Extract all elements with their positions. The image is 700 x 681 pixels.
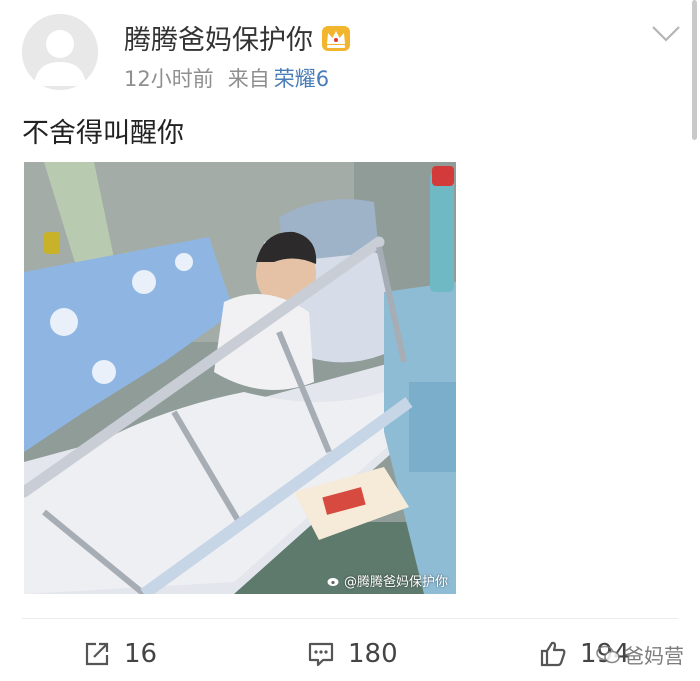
comment-icon bbox=[308, 642, 334, 667]
thumbs-up-icon bbox=[540, 641, 566, 667]
image-watermark: @腾腾爸妈保护你 bbox=[327, 571, 448, 590]
source-prefix: 来自 bbox=[227, 67, 270, 91]
brand-watermark-text: 爸妈营 bbox=[624, 644, 684, 668]
post-text: 不舍得叫醒你 bbox=[22, 118, 184, 149]
brand-watermark: 爸妈营 bbox=[596, 640, 684, 669]
post-time: 12小时前 bbox=[124, 67, 214, 91]
weibo-icon bbox=[327, 577, 339, 586]
device-link[interactable]: 荣耀6 bbox=[274, 67, 329, 91]
comment-count: 180 bbox=[348, 639, 398, 669]
post-photo bbox=[24, 162, 456, 594]
author-row: 腾腾爸妈保护你 bbox=[124, 18, 351, 57]
share-button[interactable]: 16 bbox=[82, 636, 157, 672]
avatar[interactable] bbox=[22, 14, 98, 90]
post-image[interactable]: @腾腾爸妈保护你 bbox=[24, 162, 456, 594]
weibo-post: 腾腾爸妈保护你 12小时前 来自 荣耀6 不舍得叫醒你 @腾腾爸妈保护你 16 … bbox=[0, 0, 700, 681]
watermark-text: @腾腾爸妈保护你 bbox=[343, 575, 448, 590]
author-name[interactable]: 腾腾爸妈保护你 bbox=[124, 18, 313, 57]
crown-icon[interactable] bbox=[321, 23, 351, 53]
wechat-icon bbox=[596, 645, 620, 663]
divider bbox=[22, 618, 678, 619]
default-avatar-icon bbox=[22, 14, 98, 90]
share-count: 16 bbox=[124, 639, 158, 669]
scrollbar[interactable] bbox=[692, 0, 697, 140]
share-icon bbox=[85, 642, 109, 666]
chevron-down-icon[interactable] bbox=[650, 22, 682, 46]
comment-button[interactable]: 180 bbox=[306, 636, 398, 672]
post-meta: 12小时前 来自 荣耀6 bbox=[124, 63, 329, 93]
